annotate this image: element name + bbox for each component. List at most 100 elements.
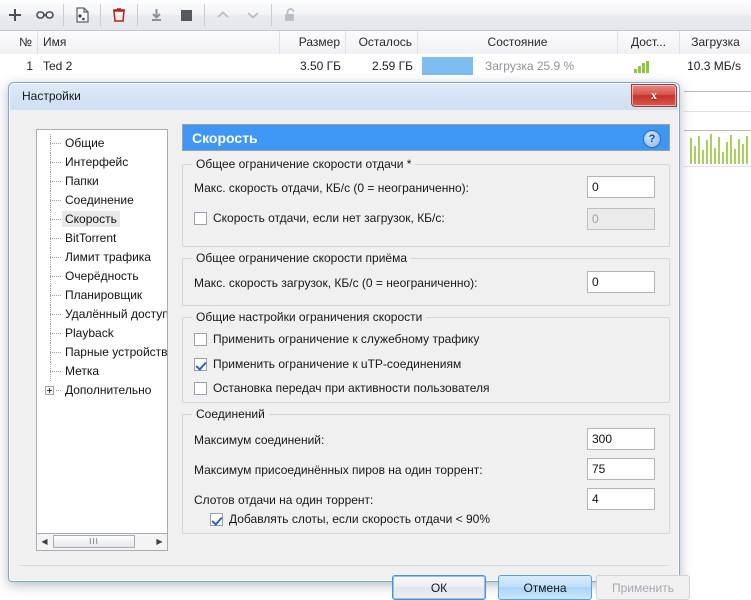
tree-item-traffic-limit[interactable]: Лимит трафика <box>37 248 167 267</box>
tree-item-label: Удалённый доступ <box>65 307 168 321</box>
group-title: Общее ограничение скорости отдачи * <box>192 157 416 171</box>
max-peers-per-torrent-input[interactable]: 75 <box>587 458 655 480</box>
apply-limit-to-overhead-checkbox[interactable] <box>194 333 207 346</box>
max-connections-input[interactable]: 300 <box>587 428 655 450</box>
column-header-name[interactable]: Имя <box>38 31 280 54</box>
tree-item-speed[interactable]: Скорость <box>37 210 167 229</box>
start-torrent-icon[interactable] <box>141 1 171 29</box>
column-header-remaining[interactable]: Осталось <box>346 31 418 54</box>
cell-num: 1 <box>26 59 33 73</box>
apply-button: Применить <box>596 575 690 600</box>
settings-dialog: Настройки x Общие Интерфейс Папки Соедин… <box>8 82 690 600</box>
cell-status: Загрузка 25.9 % <box>485 59 575 73</box>
toolbar-separator <box>204 4 205 26</box>
table-row[interactable]: 1 Ted 2 3.50 ГБ 2.59 ГБ Загрузка 25.9 % … <box>0 54 751 79</box>
column-header-availability[interactable]: Дост... <box>618 31 680 54</box>
cell-remaining: 2.59 ГБ <box>371 59 413 73</box>
pane-header: Скорость ? <box>182 124 670 151</box>
label-apply-limit-to-overhead: Применить ограничение к служебному трафи… <box>213 332 480 346</box>
tree-item-scheduler[interactable]: Планировщик <box>37 286 167 305</box>
tree-item-label: Очерёдность <box>65 269 139 283</box>
tree-item-label: Лимит трафика <box>65 250 151 264</box>
column-header-size[interactable]: Размер <box>280 31 346 54</box>
apply-limit-to-utp-checkbox[interactable] <box>194 358 207 371</box>
progress-bar <box>422 57 473 75</box>
column-header-download[interactable]: Загрузка <box>680 31 751 54</box>
tree-item-folders[interactable]: Папки <box>37 172 167 191</box>
scroll-right-arrow[interactable]: ▶ <box>152 534 167 549</box>
cell-name: Ted 2 <box>43 59 73 73</box>
tree-item-label: Папки <box>65 174 99 188</box>
upload-slots-per-torrent-input[interactable]: 4 <box>587 488 655 510</box>
tree-horizontal-scrollbar[interactable]: ◀ III ▶ <box>36 534 168 551</box>
tree-item-label: Playback <box>65 326 114 340</box>
tree-item-paired-devices[interactable]: Парные устройства <box>37 343 167 362</box>
tree-item-label: Дополнительно <box>65 383 152 397</box>
upload-when-idle-checkbox[interactable] <box>194 212 207 225</box>
add-torrent-icon[interactable] <box>0 1 30 29</box>
create-torrent-icon[interactable] <box>67 1 97 29</box>
availability-bars <box>634 61 649 73</box>
scrollbar-thumb[interactable]: III <box>53 535 135 548</box>
remove-torrent-icon[interactable] <box>104 1 134 29</box>
move-down-icon[interactable] <box>238 1 268 29</box>
toolbar-separator <box>271 4 272 26</box>
toolbar-separator <box>137 4 138 26</box>
group-general-limit-settings: Общие настройки ограничения скорости При… <box>182 310 670 403</box>
scroll-left-arrow[interactable]: ◀ <box>37 534 52 549</box>
tree-item-bittorrent[interactable]: BitTorrent <box>37 229 167 248</box>
tree-item-queueing[interactable]: Очерёдность <box>37 267 167 286</box>
stop-torrent-icon[interactable] <box>171 1 201 29</box>
label-stop-transfers-on-activity: Остановка передач при активности пользов… <box>213 381 490 395</box>
tree-item-label: Соединение <box>65 193 134 207</box>
label-apply-limit-to-utp: Применить ограничение к uTP-соединениям <box>213 357 462 371</box>
move-up-icon[interactable] <box>208 1 238 29</box>
label-max-download-speed: Макс. скорость загрузок, КБ/с (0 = неогр… <box>194 276 478 290</box>
unlock-icon[interactable] <box>275 1 305 29</box>
tree-item-remote-access[interactable]: Удалённый доступ <box>37 305 167 324</box>
close-button[interactable]: x <box>631 84 677 107</box>
column-header-num[interactable]: № <box>0 31 38 54</box>
tree-item-interface[interactable]: Интерфейс <box>37 153 167 172</box>
max-upload-speed-input[interactable]: 0 <box>587 176 655 198</box>
column-header-status[interactable]: Состояние <box>418 31 618 54</box>
ok-button[interactable]: ОК <box>392 575 486 600</box>
tree-item-label: Метка <box>65 364 100 378</box>
toolbar-separator <box>63 4 64 26</box>
stop-transfers-on-activity-checkbox[interactable] <box>194 382 207 395</box>
tree-item-label: Общие <box>65 136 105 150</box>
max-download-speed-input[interactable]: 0 <box>587 271 655 293</box>
tree-item-label-cat[interactable]: Метка <box>37 362 167 381</box>
settings-category-tree[interactable]: Общие Интерфейс Папки Соединение Скорост… <box>36 129 168 534</box>
tree-item-connection[interactable]: Соединение <box>37 191 167 210</box>
label-max-connections: Максимум соединений: <box>194 433 325 447</box>
tree-item-obshie[interactable]: Общие <box>37 134 167 153</box>
group-connections: Соединений Максимум соединений: 300 Макс… <box>182 407 670 534</box>
label-add-slots: Добавлять слоты, если скорость отдачи < … <box>229 512 490 526</box>
label-max-peers-per-torrent: Максимум присоединённых пиров на один то… <box>194 463 483 477</box>
label-upload-when-idle: Скорость отдачи, если нет загрузок, КБ/с… <box>213 211 445 225</box>
bandwidth-graph <box>690 134 751 164</box>
group-title: Соединений <box>192 407 269 421</box>
tree-item-label: Скорость <box>62 211 120 227</box>
label-max-upload-speed: Макс. скорость отдачи, КБ/с (0 = неогран… <box>194 181 469 195</box>
torrent-list-header: № Имя Размер Осталось Состояние Дост... … <box>0 31 751 55</box>
tree-item-label: BitTorrent <box>65 231 117 245</box>
dialog-body: Общие Интерфейс Папки Соединение Скорост… <box>10 110 690 600</box>
group-upload-limit: Общее ограничение скорости отдачи * Макс… <box>182 157 670 247</box>
tree-item-advanced[interactable]: Дополнительно <box>37 381 167 400</box>
group-download-limit: Общее ограничение скорости приёма Макс. … <box>182 251 670 306</box>
cell-download-speed: 10.3 МБ/s <box>687 59 741 73</box>
add-torrent-from-url-icon[interactable] <box>30 1 60 29</box>
tree-item-playback[interactable]: Playback <box>37 324 167 343</box>
add-slots-checkbox[interactable] <box>210 513 223 526</box>
toolbar-separator <box>100 4 101 26</box>
upload-when-idle-input: 0 <box>587 208 655 230</box>
cancel-button[interactable]: Отмена <box>498 575 592 600</box>
expand-plus-icon[interactable] <box>45 386 54 395</box>
help-icon[interactable]: ? <box>643 130 661 148</box>
settings-pane: Скорость ? Общее ограничение скорости от… <box>182 124 670 556</box>
close-icon: x <box>651 88 657 102</box>
page-title: Скорость <box>192 130 258 146</box>
dialog-title-bar[interactable]: Настройки x <box>10 84 678 110</box>
